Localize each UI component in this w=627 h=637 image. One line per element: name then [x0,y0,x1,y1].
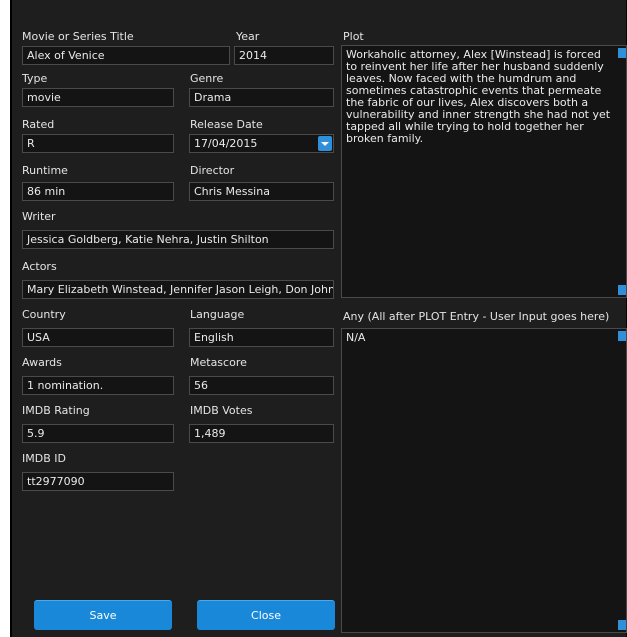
rated-label: Rated [22,118,55,131]
any-textarea[interactable]: N/A [341,328,627,633]
plot-text: Workaholic attorney, Alex [Winstead] is … [346,48,611,145]
genre-field[interactable]: Drama [189,88,334,107]
awards-label: Awards [22,356,62,369]
language-label: Language [190,308,245,321]
actors-field[interactable]: Mary Elizabeth Winstead, Jennifer Jason … [22,280,334,299]
type-label: Type [22,72,48,85]
scroll-up-icon[interactable] [618,48,626,58]
plot-label: Plot [343,30,364,43]
runtime-field[interactable]: 86 min [22,182,174,201]
imdb-rating-field[interactable]: 5.9 [22,424,174,443]
type-field[interactable]: movie [22,88,174,107]
movie-details-window: Movie or Series Title Alex of Venice Yea… [10,0,627,637]
any-scrollbar[interactable] [616,329,626,632]
any-label: Any (All after PLOT Entry - User Input g… [343,310,610,323]
plot-textarea[interactable]: Workaholic attorney, Alex [Winstead] is … [341,45,627,298]
actors-label: Actors [22,260,57,273]
metascore-label: Metascore [190,356,247,369]
release-date-label: Release Date [190,118,263,131]
genre-label: Genre [190,72,224,85]
imdb-id-field[interactable]: tt2977090 [22,472,174,491]
metascore-field[interactable]: 56 [189,376,334,395]
director-field[interactable]: Chris Messina [189,182,334,201]
imdb-rating-label: IMDB Rating [22,404,90,417]
rated-field[interactable]: R [22,134,174,153]
save-button[interactable]: Save [34,600,172,630]
scroll-down-icon[interactable] [618,285,626,295]
release-date-picker[interactable]: 17/04/2015 [189,134,334,153]
scroll-up-icon[interactable] [618,331,626,341]
runtime-label: Runtime [22,164,68,177]
year-field[interactable]: 2014 [234,46,334,65]
country-field[interactable]: USA [22,328,174,347]
title-label: Movie or Series Title [22,30,134,43]
country-label: Country [22,308,66,321]
scroll-down-icon[interactable] [618,620,626,630]
release-date-value: 17/04/2015 [194,137,258,150]
language-field[interactable]: English [189,328,334,347]
imdb-votes-label: IMDB Votes [190,404,253,417]
director-label: Director [190,164,235,177]
calendar-dropdown-icon[interactable] [318,136,332,151]
writer-label: Writer [22,210,56,223]
imdb-votes-field[interactable]: 1,489 [189,424,334,443]
title-field[interactable]: Alex of Venice [22,46,230,65]
any-text: N/A [346,331,366,344]
close-button[interactable]: Close [197,600,335,630]
plot-scrollbar[interactable] [616,46,626,297]
awards-field[interactable]: 1 nomination. [22,376,174,395]
writer-field[interactable]: Jessica Goldberg, Katie Nehra, Justin Sh… [22,230,334,249]
imdb-id-label: IMDB ID [22,452,66,465]
year-label: Year [236,30,260,43]
